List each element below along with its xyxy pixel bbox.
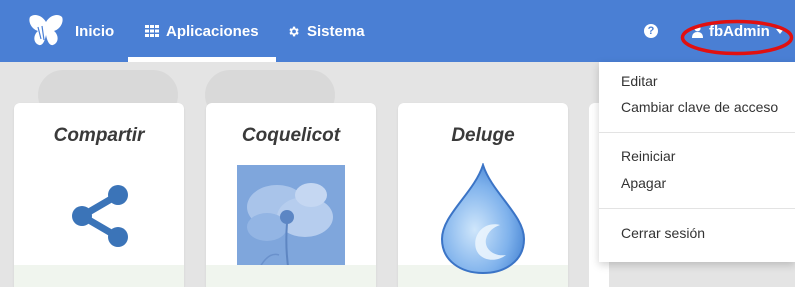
nav-inicio-label: Inicio (75, 22, 115, 40)
menu-item-apagar[interactable]: Apagar (621, 175, 666, 191)
app-card-deluge[interactable]: Deluge (398, 103, 568, 287)
top-navbar: Inicio Aplicaciones Sistema ? fbAdmin (0, 0, 795, 62)
water-drop-icon (440, 163, 526, 275)
card-footer-strip (206, 265, 376, 287)
menu-item-editar[interactable]: Editar (621, 73, 658, 89)
nav-sistema-label: Sistema (307, 22, 365, 40)
menu-item-reiniciar[interactable]: Reiniciar (621, 148, 675, 164)
active-tab-indicator (128, 57, 276, 62)
nav-sistema[interactable]: Sistema (287, 0, 365, 62)
app-title: Deluge (451, 125, 515, 146)
help-icon[interactable]: ? (644, 24, 658, 38)
gear-icon (287, 25, 300, 38)
grid-icon (145, 25, 159, 37)
card-footer-strip (14, 265, 184, 287)
butterfly-logo-icon[interactable] (28, 13, 64, 47)
app-card-coquelicot[interactable]: Coquelicot (206, 103, 376, 287)
app-title: Coquelicot (241, 125, 341, 146)
app-title: Compartir (53, 125, 145, 146)
menu-divider (599, 132, 795, 133)
menu-item-cambiar-clave[interactable]: Cambiar clave de acceso (621, 99, 778, 115)
menu-item-cerrar-sesion[interactable]: Cerrar sesión (621, 225, 705, 241)
highlight-ellipse (680, 19, 794, 56)
app-card-compartir[interactable]: Compartir (14, 103, 184, 287)
nav-aplicaciones-label: Aplicaciones (166, 22, 259, 40)
share-icon (72, 185, 128, 247)
menu-divider (599, 208, 795, 209)
nav-aplicaciones[interactable]: Aplicaciones (128, 0, 276, 62)
nav-inicio[interactable]: Inicio (75, 0, 114, 62)
user-dropdown-menu: Editar Cambiar clave de acceso Reiniciar… (599, 62, 795, 262)
poppy-photo-icon (237, 165, 345, 273)
